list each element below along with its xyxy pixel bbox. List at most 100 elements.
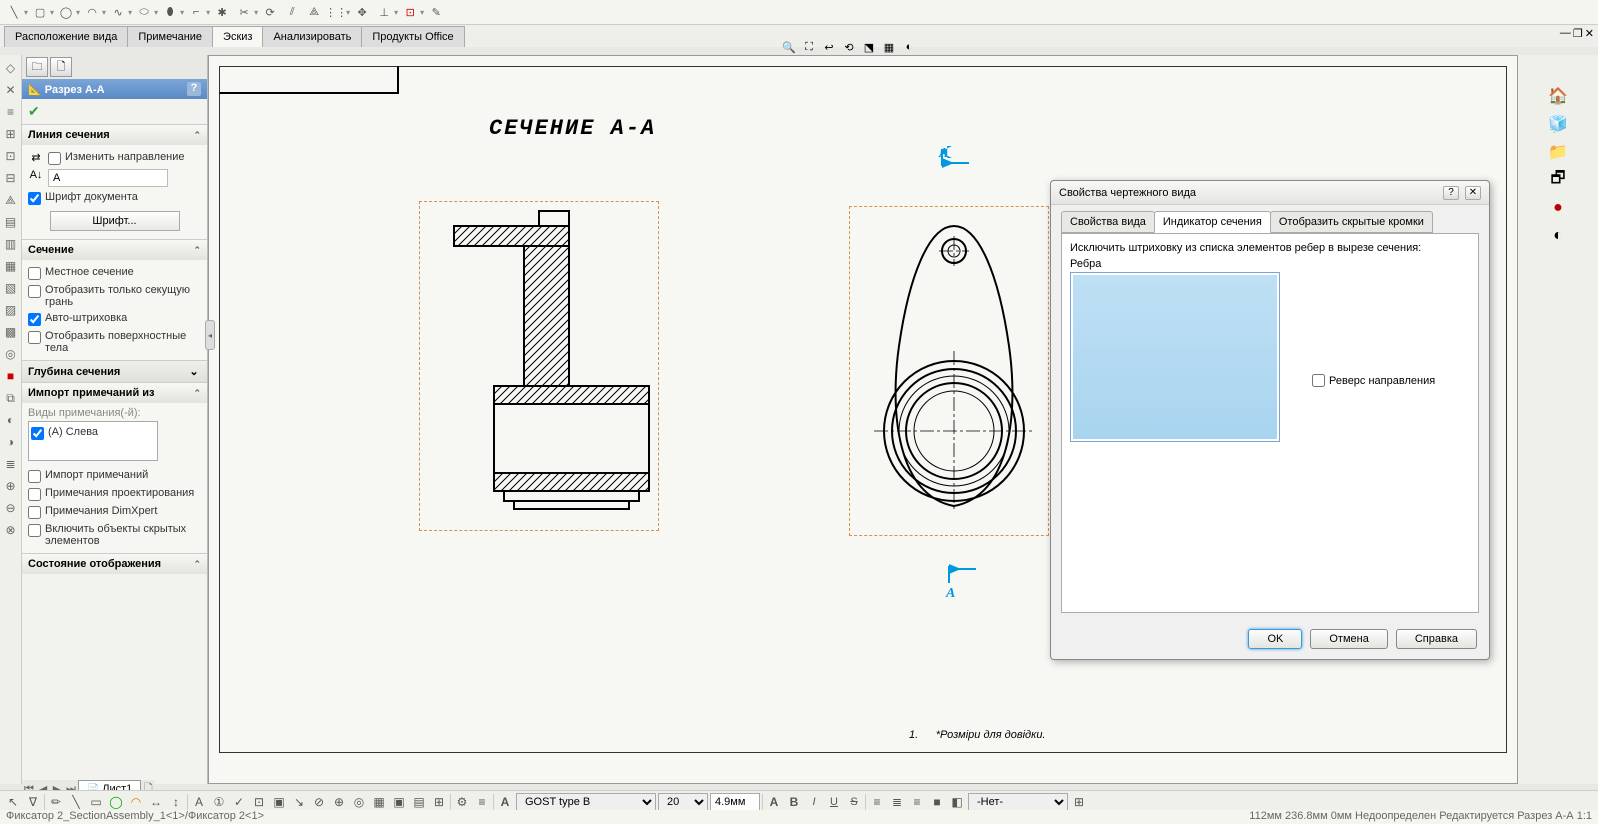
- cosmetic-thread-icon[interactable]: ◎: [350, 793, 368, 811]
- tool-icon[interactable]: ✕: [2, 81, 20, 99]
- circle-icon[interactable]: ◯: [107, 793, 125, 811]
- view-palette-icon[interactable]: 🗗: [1547, 169, 1569, 191]
- filter-icon[interactable]: ∇: [24, 793, 42, 811]
- arc-icon[interactable]: ◠: [82, 2, 102, 22]
- align-icon[interactable]: ≡: [473, 793, 491, 811]
- tab-annotation[interactable]: Примечание: [127, 26, 213, 47]
- tool-icon[interactable]: ▨: [2, 301, 20, 319]
- tab-office[interactable]: Продукты Office: [361, 26, 464, 47]
- text-icon[interactable]: A: [496, 793, 514, 811]
- tool-icon[interactable]: ▧: [2, 279, 20, 297]
- folder-icon[interactable]: 📁: [1547, 141, 1569, 163]
- underline-icon[interactable]: U: [825, 793, 843, 811]
- section-line-header[interactable]: Линия сечения ⌃: [22, 125, 207, 145]
- home-icon[interactable]: 🏠: [1547, 85, 1569, 107]
- select-icon[interactable]: ↖: [4, 793, 22, 811]
- import-annot-checkbox[interactable]: [28, 470, 41, 483]
- section-view-icon[interactable]: ⬔: [860, 38, 878, 56]
- align-right-icon[interactable]: ≡: [908, 793, 926, 811]
- offset-icon[interactable]: ⫽: [282, 2, 302, 22]
- zoom-fit-icon[interactable]: 🔍: [780, 38, 798, 56]
- line-icon[interactable]: ╲: [4, 2, 24, 22]
- point-icon[interactable]: ✱: [212, 2, 232, 22]
- dialog-tab-section-indicator[interactable]: Индикатор сечения: [1154, 211, 1271, 233]
- dialog-tab-hidden-edges[interactable]: Отобразить скрытые кромки: [1270, 211, 1433, 233]
- layer-select[interactable]: -Нет-: [968, 793, 1068, 811]
- dropdown-icon[interactable]: ▾: [180, 8, 184, 17]
- edges-listbox[interactable]: [1070, 272, 1280, 442]
- fillet-icon[interactable]: ⌐: [186, 2, 206, 22]
- circle-icon[interactable]: ◯: [56, 2, 76, 22]
- gtol-icon[interactable]: ⊡: [250, 793, 268, 811]
- ok-icon[interactable]: ✔: [28, 103, 40, 119]
- tool-icon[interactable]: ▩: [2, 323, 20, 341]
- dialog-help-icon[interactable]: ?: [1443, 186, 1459, 200]
- tool-icon[interactable]: ⊡: [2, 147, 20, 165]
- rotate-icon[interactable]: ⟲: [840, 38, 858, 56]
- tool-icon[interactable]: ⟁: [2, 191, 20, 209]
- auto-hatch-checkbox[interactable]: [28, 313, 41, 326]
- dimxpert-checkbox[interactable]: [28, 506, 41, 519]
- move-icon[interactable]: ✥: [352, 2, 372, 22]
- maximize-icon[interactable]: ❐: [1573, 27, 1583, 40]
- centerline-icon[interactable]: ⊕: [330, 793, 348, 811]
- ok-button[interactable]: OK: [1248, 629, 1302, 649]
- decal-icon[interactable]: ◐: [1547, 225, 1569, 247]
- block-icon[interactable]: ▣: [390, 793, 408, 811]
- hatch-icon[interactable]: ▦: [370, 793, 388, 811]
- sketch-tool-icon[interactable]: ✎: [426, 2, 446, 22]
- dropdown-icon[interactable]: ▾: [254, 8, 258, 17]
- convert-icon[interactable]: ⟳: [260, 2, 280, 22]
- close-icon[interactable]: ✕: [1585, 27, 1594, 40]
- rapid-sketch-icon[interactable]: ⊡: [400, 2, 420, 22]
- prev-view-icon[interactable]: ↩: [820, 38, 838, 56]
- tool-icon[interactable]: ≡: [2, 103, 20, 121]
- help-button[interactable]: Справка: [1396, 629, 1477, 649]
- bom-icon[interactable]: ⊞: [430, 793, 448, 811]
- dropdown-icon[interactable]: ▾: [154, 8, 158, 17]
- tool-icon[interactable]: ⊞: [2, 125, 20, 143]
- section-label-input[interactable]: [48, 169, 168, 187]
- tab-view-layout[interactable]: Расположение вида: [4, 26, 128, 47]
- tool-icon[interactable]: ◑: [2, 433, 20, 451]
- dialog-tab-properties[interactable]: Свойства вида: [1061, 211, 1155, 233]
- only-cut-checkbox[interactable]: [28, 285, 41, 298]
- view-left-checkbox[interactable]: [31, 427, 44, 440]
- italic-icon[interactable]: B: [785, 793, 803, 811]
- tool-icon[interactable]: ◇: [2, 59, 20, 77]
- slot-icon[interactable]: ⬮: [160, 2, 180, 22]
- tool-icon[interactable]: ⊗: [2, 521, 20, 539]
- ellipse-icon[interactable]: ⬭: [134, 2, 154, 22]
- feature-tree-tab[interactable]: 🗀: [26, 57, 48, 77]
- hidden-features-checkbox[interactable]: [28, 524, 41, 537]
- sketch-icon[interactable]: ✏: [47, 793, 65, 811]
- tool-icon[interactable]: ⊟: [2, 169, 20, 187]
- dropdown-icon[interactable]: ▾: [76, 8, 80, 17]
- font-size-select[interactable]: 20: [658, 793, 708, 811]
- annotation-views-list[interactable]: (A) Слева: [28, 421, 158, 461]
- table-icon[interactable]: ▤: [410, 793, 428, 811]
- property-tab[interactable]: 🗋: [50, 57, 72, 77]
- tool-icon[interactable]: ≣: [2, 455, 20, 473]
- dialog-titlebar[interactable]: Свойства чертежного вида ? ✕: [1051, 181, 1489, 205]
- arc-icon[interactable]: ◠: [127, 793, 145, 811]
- dropdown-icon[interactable]: ▾: [394, 8, 398, 17]
- dialog-close-icon[interactable]: ✕: [1465, 186, 1481, 200]
- tab-sketch[interactable]: Эскиз: [212, 26, 263, 47]
- zoom-area-icon[interactable]: ⛶: [800, 38, 818, 56]
- section-header[interactable]: Сечение ⌃: [22, 240, 207, 260]
- tool-icon[interactable]: ⧉: [2, 389, 20, 407]
- rectangle-icon[interactable]: ▢: [30, 2, 50, 22]
- note-icon[interactable]: A: [190, 793, 208, 811]
- tool-icon[interactable]: ▥: [2, 235, 20, 253]
- dropdown-icon[interactable]: ▾: [206, 8, 210, 17]
- import-annotations-header[interactable]: Импорт примечаний из ⌃: [22, 383, 207, 403]
- balloon-icon[interactable]: ①: [210, 793, 228, 811]
- tool-icon[interactable]: ◐: [2, 411, 20, 429]
- relations-icon[interactable]: ⊥: [374, 2, 394, 22]
- surf-finish-icon[interactable]: ✓: [230, 793, 248, 811]
- tool-icon[interactable]: ⊕: [2, 477, 20, 495]
- apply-scene-icon[interactable]: ◐: [900, 38, 918, 56]
- layer-manage-icon[interactable]: ⊞: [1070, 793, 1088, 811]
- underline-icon[interactable]: I: [805, 793, 823, 811]
